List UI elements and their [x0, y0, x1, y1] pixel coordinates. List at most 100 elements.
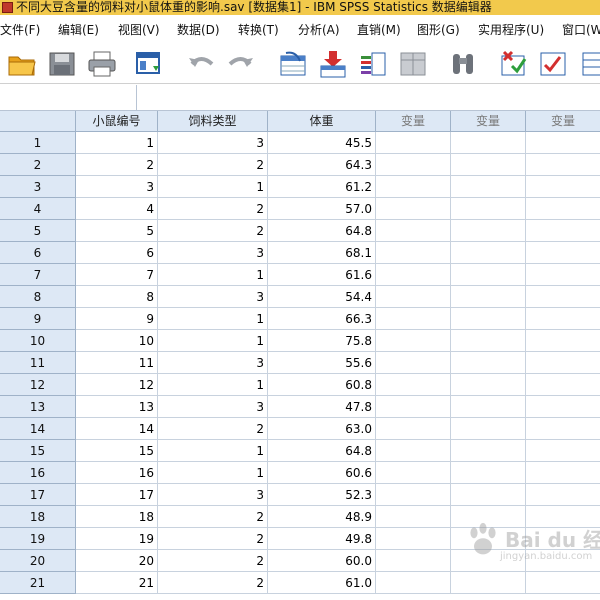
cell-empty[interactable] [451, 264, 526, 286]
cell-mouse-id[interactable]: 6 [76, 242, 158, 264]
cell-empty[interactable] [376, 462, 451, 484]
cell-mouse-id[interactable]: 2 [76, 154, 158, 176]
cell-empty[interactable] [526, 440, 600, 462]
cell-weight[interactable]: 64.8 [268, 440, 376, 462]
menu-transform[interactable]: 转换(T) [238, 21, 279, 38]
more-icon[interactable] [580, 50, 600, 78]
cell-empty[interactable] [451, 154, 526, 176]
cell-empty[interactable] [376, 154, 451, 176]
row-header[interactable]: 13 [0, 396, 76, 418]
row-header[interactable]: 7 [0, 264, 76, 286]
cell-mouse-id[interactable]: 21 [76, 572, 158, 594]
cell-empty[interactable] [376, 440, 451, 462]
menu-edit[interactable]: 编辑(E) [58, 21, 99, 38]
cell-empty[interactable] [451, 484, 526, 506]
cell-mouse-id[interactable]: 5 [76, 220, 158, 242]
cell-feed-type[interactable]: 3 [158, 132, 268, 154]
cell-feed-type[interactable]: 1 [158, 374, 268, 396]
cell-mouse-id[interactable]: 12 [76, 374, 158, 396]
menu-analyze[interactable]: 分析(A) [298, 21, 340, 38]
grid-corner[interactable] [0, 111, 76, 132]
cell-mouse-id[interactable]: 4 [76, 198, 158, 220]
find-icon[interactable] [448, 50, 478, 78]
cell-weight[interactable]: 60.8 [268, 374, 376, 396]
cell-feed-type[interactable]: 2 [158, 550, 268, 572]
column-header-var[interactable]: 变量 [376, 111, 451, 132]
cell-empty[interactable] [451, 176, 526, 198]
cell-weight[interactable]: 54.4 [268, 286, 376, 308]
cell-empty[interactable] [376, 242, 451, 264]
cell-empty[interactable] [451, 308, 526, 330]
dialog-recall-icon[interactable] [135, 50, 165, 78]
cell-mouse-id[interactable]: 1 [76, 132, 158, 154]
cell-feed-type[interactable]: 1 [158, 264, 268, 286]
cell-mouse-id[interactable]: 9 [76, 308, 158, 330]
menu-graphs[interactable]: 图形(G) [417, 21, 460, 38]
cell-mouse-id[interactable]: 16 [76, 462, 158, 484]
cell-empty[interactable] [376, 506, 451, 528]
cell-feed-type[interactable]: 2 [158, 220, 268, 242]
menu-data[interactable]: 数据(D) [177, 21, 220, 38]
cell-empty[interactable] [376, 132, 451, 154]
cell-empty[interactable] [526, 396, 600, 418]
cell-feed-type[interactable]: 3 [158, 352, 268, 374]
cell-empty[interactable] [376, 198, 451, 220]
spss-app-icon[interactable] [2, 2, 13, 13]
cell-empty[interactable] [451, 242, 526, 264]
row-header[interactable]: 1 [0, 132, 76, 154]
row-header[interactable]: 19 [0, 528, 76, 550]
cell-feed-type[interactable]: 2 [158, 198, 268, 220]
row-header[interactable]: 20 [0, 550, 76, 572]
row-header[interactable]: 4 [0, 198, 76, 220]
cell-weight[interactable]: 64.8 [268, 220, 376, 242]
row-header[interactable]: 18 [0, 506, 76, 528]
cell-weight[interactable]: 47.8 [268, 396, 376, 418]
row-header[interactable]: 21 [0, 572, 76, 594]
cell-mouse-id[interactable]: 20 [76, 550, 158, 572]
row-header[interactable]: 8 [0, 286, 76, 308]
use-sets-icon[interactable] [538, 50, 568, 78]
cell-weight[interactable]: 64.3 [268, 154, 376, 176]
insert-variable-icon[interactable] [358, 50, 388, 78]
cell-feed-type[interactable]: 3 [158, 396, 268, 418]
cell-empty[interactable] [451, 418, 526, 440]
cell-empty[interactable] [376, 396, 451, 418]
cell-feed-type[interactable]: 2 [158, 506, 268, 528]
cell-empty[interactable] [526, 154, 600, 176]
menu-view[interactable]: 视图(V) [118, 21, 160, 38]
cell-empty[interactable] [526, 352, 600, 374]
cell-mouse-id[interactable]: 15 [76, 440, 158, 462]
cell-empty[interactable] [451, 330, 526, 352]
menu-utilities[interactable]: 实用程序(U) [478, 21, 544, 38]
column-header-mouse-id[interactable]: 小鼠编号 [76, 111, 158, 132]
cell-empty[interactable] [526, 374, 600, 396]
row-header[interactable]: 15 [0, 440, 76, 462]
cell-empty[interactable] [451, 440, 526, 462]
row-header[interactable]: 17 [0, 484, 76, 506]
cell-weight[interactable]: 49.8 [268, 528, 376, 550]
cell-mouse-id[interactable]: 17 [76, 484, 158, 506]
cell-mouse-id[interactable]: 19 [76, 528, 158, 550]
cell-feed-type[interactable]: 3 [158, 242, 268, 264]
cell-mouse-id[interactable]: 3 [76, 176, 158, 198]
row-header[interactable]: 10 [0, 330, 76, 352]
column-header-feed-type[interactable]: 饲料类型 [158, 111, 268, 132]
cell-empty[interactable] [376, 264, 451, 286]
cell-mouse-id[interactable]: 7 [76, 264, 158, 286]
cell-empty[interactable] [376, 330, 451, 352]
row-header[interactable]: 3 [0, 176, 76, 198]
cell-empty[interactable] [451, 462, 526, 484]
cell-empty[interactable] [376, 374, 451, 396]
cell-weight[interactable]: 57.0 [268, 198, 376, 220]
cell-empty[interactable] [526, 462, 600, 484]
cell-empty[interactable] [451, 352, 526, 374]
cell-empty[interactable] [526, 176, 600, 198]
cell-empty[interactable] [376, 572, 451, 594]
cell-empty[interactable] [526, 286, 600, 308]
column-header-var[interactable]: 变量 [526, 111, 600, 132]
cell-feed-type[interactable]: 3 [158, 484, 268, 506]
cell-feed-type[interactable]: 1 [158, 440, 268, 462]
cell-empty[interactable] [376, 484, 451, 506]
row-header[interactable]: 9 [0, 308, 76, 330]
cell-empty[interactable] [451, 132, 526, 154]
